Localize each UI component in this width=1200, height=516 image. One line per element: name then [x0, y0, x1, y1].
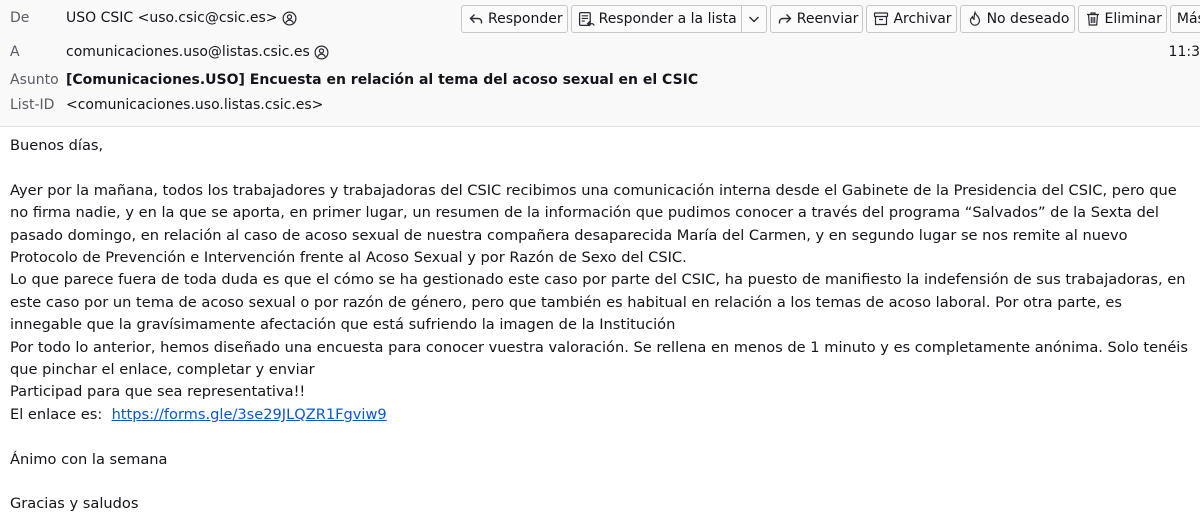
more-button[interactable]: Más — [1169, 5, 1200, 33]
subject-row: Asunto [Comunicaciones.USO] Encuesta en … — [0, 69, 1200, 91]
archive-icon — [874, 12, 889, 26]
to-row: A comunicaciones.uso@listas.csic.es — [0, 41, 1200, 63]
reply-label: Responder — [488, 11, 563, 27]
archive-label: Archivar — [893, 11, 952, 27]
trash-icon — [1086, 12, 1099, 26]
greeting: Buenos días, — [10, 137, 104, 154]
chevron-down-icon — [748, 16, 759, 23]
reply-icon — [469, 14, 483, 24]
listid-value: <comunicaciones.uso.listas.csic.es> — [66, 97, 324, 113]
add-contact-icon[interactable] — [282, 11, 297, 26]
forward-label: Reenviar — [796, 11, 859, 27]
listid-row: List-ID <comunicaciones.uso.listas.csic.… — [0, 94, 1200, 116]
from-address[interactable]: USO CSIC <uso.csic@csic.es> — [66, 7, 278, 29]
more-label: Más — [1176, 11, 1200, 27]
reply-list-split: Responder a la lista — [570, 5, 767, 33]
archive-button[interactable]: Archivar — [866, 5, 957, 33]
junk-flame-icon — [969, 11, 980, 26]
paragraph-1: Ayer por la mañana, todos los trabajador… — [10, 181, 1177, 267]
reply-list-dropdown[interactable] — [741, 5, 767, 33]
subject-label: Asunto — [10, 72, 59, 88]
from-value[interactable]: USO CSIC <uso.csic@csic.es> — [66, 7, 297, 29]
to-value[interactable]: comunicaciones.uso@listas.csic.es — [66, 41, 329, 63]
message-header: De USO CSIC <uso.csic@csic.es> A comunic… — [0, 0, 1200, 127]
from-label: De — [10, 10, 30, 26]
to-label: A — [10, 44, 20, 60]
closing-1: Ánimo con la semana — [10, 450, 168, 468]
delete-button[interactable]: Eliminar — [1077, 5, 1167, 33]
message-body: Buenos días, Ayer por la mañana, todos l… — [10, 135, 1190, 516]
paragraph-4: Participad para que sea representativa!! — [10, 383, 306, 401]
reply-list-label: Responder a la lista — [598, 11, 737, 27]
delete-label: Eliminar — [1104, 11, 1162, 27]
reply-list-button[interactable]: Responder a la lista — [570, 5, 742, 33]
paragraph-3: Por todo lo anterior, hemos diseñado una… — [10, 338, 1188, 379]
to-address[interactable]: comunicaciones.uso@listas.csic.es — [66, 41, 310, 63]
forward-button[interactable]: Reenviar — [769, 5, 864, 33]
add-contact-icon[interactable] — [314, 45, 329, 60]
link-label: El enlace es: — [10, 405, 103, 423]
subject-value: [Comunicaciones.USO] Encuesta en relació… — [66, 72, 699, 88]
paragraph-2: Lo que parece fuera de toda duda es que … — [10, 271, 1186, 334]
listid-label: List-ID — [10, 97, 55, 113]
reply-button[interactable]: Responder — [461, 5, 568, 33]
link-line: El enlace es: https://forms.gle/3se29JLQ… — [10, 404, 1190, 426]
junk-button[interactable]: No deseado — [959, 5, 1075, 33]
forward-icon — [778, 14, 792, 24]
message-toolbar: Responder Responder a la lista Reenviar … — [461, 5, 1200, 33]
survey-link[interactable]: https://forms.gle/3se29JLQZR1Fgviw9 — [112, 406, 387, 423]
junk-label: No deseado — [986, 11, 1070, 27]
message-time: 11:3 — [1168, 44, 1200, 60]
reply-list-icon — [578, 11, 595, 26]
